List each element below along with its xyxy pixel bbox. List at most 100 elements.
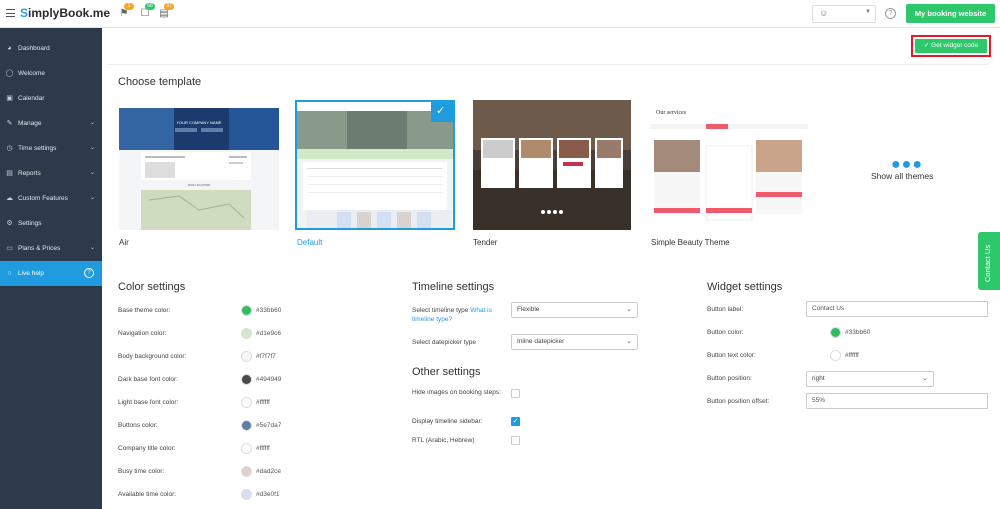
rtl-checkbox[interactable]: [511, 436, 520, 445]
color-hex: #ffffff: [256, 399, 270, 406]
sidebar-item-settings[interactable]: ⚙ Settings: [0, 211, 102, 236]
button-position-label: Button position:: [707, 375, 752, 382]
card-icon: ▭: [6, 245, 13, 252]
sidebar-item-label: Dashboard: [18, 45, 50, 52]
button-label-label: Button label:: [707, 306, 744, 313]
brand-logo[interactable]: SimplyBook.me: [20, 6, 110, 20]
calendar-check-icon[interactable]: ☐ 68: [139, 3, 155, 20]
get-widget-code-label: Get widget code: [931, 42, 979, 49]
timeline-type-value: Flexible: [517, 306, 540, 313]
sidebar-item-plans-prices[interactable]: ▭ Plans & Prices ⌄: [0, 236, 102, 261]
gear-icon: ⚙: [6, 220, 13, 227]
show-all-themes-link[interactable]: Show all themes: [871, 171, 933, 181]
color-swatch[interactable]: [241, 397, 252, 408]
button-text-color-swatch[interactable]: [830, 350, 841, 361]
chevron-down-icon: ⌄: [89, 145, 95, 151]
widget-code-highlight: ✓ Get widget code: [911, 35, 991, 57]
selected-check-badge: ✓: [431, 102, 453, 122]
hide-images-checkbox[interactable]: [511, 389, 520, 398]
color-label: Navigation color:: [118, 330, 167, 337]
sidebar-item-custom-features[interactable]: ☁ Custom Features ⌄: [0, 186, 102, 211]
color-label: Dark base font color:: [118, 376, 178, 383]
color-hex: #f7f7f7: [256, 353, 276, 360]
contact-us-label: Contact Us: [983, 244, 992, 282]
template-card-simple-beauty[interactable]: Our services: [650, 100, 808, 230]
sidebar-item-label: Manage: [18, 120, 42, 127]
sidebar-item-live-help[interactable]: ○ Live help ?: [0, 261, 102, 286]
template-card-tender[interactable]: [473, 100, 631, 230]
chevron-down-icon: ▼: [865, 9, 871, 15]
color-swatch[interactable]: [241, 305, 252, 316]
sidebar-item-time-settings[interactable]: ◷ Time settings ⌄: [0, 136, 102, 161]
template-card-default[interactable]: ✓: [295, 100, 455, 230]
sidebar: ◕ Dashboard ◯ Welcome ▣ Calendar ✎ Manag…: [0, 28, 102, 509]
timeline-type-label: Select timeline type What is timeline ty…: [412, 306, 504, 324]
chevron-down-icon: ⌄: [89, 195, 95, 201]
button-position-select[interactable]: right ⌄: [806, 371, 934, 387]
bell-icon[interactable]: ⚑ 1: [118, 3, 134, 20]
dashboard-icon: ◕: [7, 45, 12, 52]
sidebar-item-welcome[interactable]: ◯ Welcome: [0, 61, 102, 86]
color-swatch[interactable]: [241, 374, 252, 385]
air-company-name: YOUR COMPANY NAME: [176, 120, 222, 125]
my-booking-website-button[interactable]: My booking website: [906, 4, 995, 23]
color-hex: #dad2ce: [256, 468, 281, 475]
chevron-down-icon: ⌄: [922, 375, 928, 382]
hide-images-label: Hide images on booking steps:: [412, 389, 501, 396]
template-name-simple-beauty[interactable]: Simple Beauty Theme: [651, 238, 730, 247]
sidebar-item-label: Custom Features: [18, 195, 68, 202]
question-icon: ?: [84, 268, 94, 278]
chevron-down-icon: ⌄: [89, 245, 95, 251]
datepicker-label: Select datepicker type: [412, 339, 476, 346]
color-swatch[interactable]: [241, 328, 252, 339]
user-menu[interactable]: ☺ ▼: [812, 5, 876, 23]
sidebar-item-dashboard[interactable]: ◕ Dashboard: [0, 36, 102, 61]
rtl-label: RTL (Arabic, Hebrew): [412, 437, 475, 444]
get-widget-code-button[interactable]: ✓ Get widget code: [915, 39, 987, 53]
color-swatch[interactable]: [241, 420, 252, 431]
chevron-down-icon: ⌄: [626, 338, 632, 345]
divider: [108, 64, 988, 65]
color-swatch[interactable]: [241, 443, 252, 454]
check-icon: ✓: [436, 105, 446, 117]
color-swatch[interactable]: [241, 351, 252, 362]
display-timeline-sidebar-checkbox[interactable]: ✓: [511, 417, 520, 426]
menu-icon[interactable]: [6, 9, 15, 17]
button-offset-input[interactable]: 55%: [806, 393, 988, 409]
user-icon: ☺: [819, 8, 829, 18]
template-name-air[interactable]: Air: [119, 238, 129, 247]
sidebar-item-calendar[interactable]: ▣ Calendar: [0, 86, 102, 111]
color-hex: #5e7da7: [256, 422, 282, 429]
calendar-list-icon[interactable]: ▤ 37: [158, 3, 174, 20]
color-hex: #33bb60: [256, 307, 282, 314]
button-label-input[interactable]: Contact Us: [806, 301, 988, 317]
color-swatch[interactable]: [241, 489, 252, 500]
choose-template-heading: Choose template: [118, 76, 202, 88]
tender-thumbnail: [473, 100, 631, 230]
chevron-down-icon: ⌄: [626, 306, 632, 313]
sidebar-item-reports[interactable]: ▤ Reports ⌄: [0, 161, 102, 186]
air-location: OUR LOCATION: [188, 183, 211, 187]
template-name-default[interactable]: Default: [297, 238, 322, 247]
timeline-type-select[interactable]: Flexible ⌄: [511, 302, 638, 318]
notification-badge: 1: [124, 3, 134, 10]
template-name-tender[interactable]: Tender: [473, 238, 497, 247]
color-label: Company title color:: [118, 445, 176, 452]
template-card-air[interactable]: YOUR COMPANY NAME OUR LOCATION: [119, 100, 279, 230]
chart-icon: ▤: [6, 170, 13, 177]
chevron-down-icon: ⌄: [89, 120, 95, 126]
sidebar-item-label: Time settings: [18, 145, 57, 152]
help-icon[interactable]: ?: [885, 8, 896, 19]
main-content: ✓ Get widget code Choose template YOUR C…: [108, 28, 998, 509]
notification-badge: 37: [164, 3, 174, 10]
button-position-value: right: [812, 375, 825, 382]
widget-settings-heading: Widget settings: [707, 281, 783, 293]
button-color-hex: #33bb60: [845, 329, 871, 336]
contact-us-tab[interactable]: Contact Us: [978, 232, 1000, 290]
color-label: Available time color:: [118, 491, 177, 498]
button-color-swatch[interactable]: [830, 327, 841, 338]
datepicker-select[interactable]: Inline datepicker ⌄: [511, 334, 638, 350]
clock-icon: ◷: [6, 145, 13, 152]
color-swatch[interactable]: [241, 466, 252, 477]
sidebar-item-manage[interactable]: ✎ Manage ⌄: [0, 111, 102, 136]
